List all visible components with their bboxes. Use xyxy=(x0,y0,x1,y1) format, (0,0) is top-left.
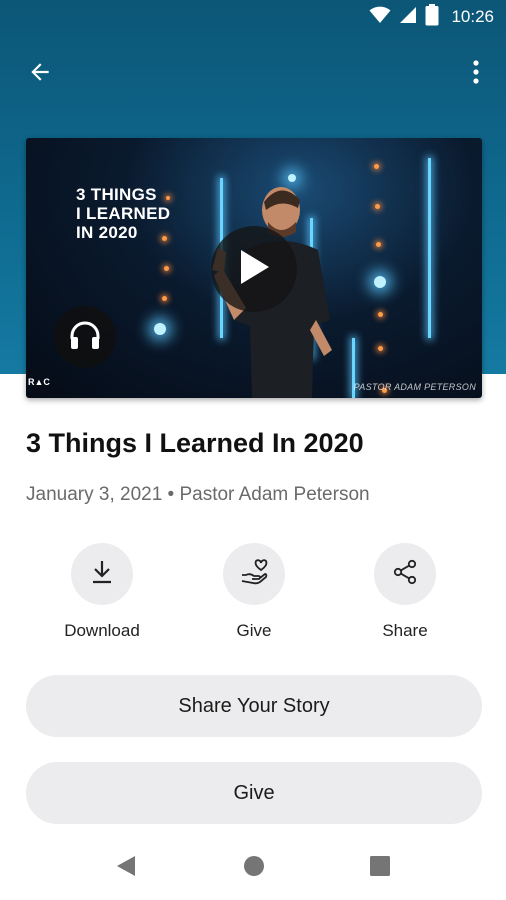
stage-light xyxy=(378,312,383,317)
give-action[interactable]: Give xyxy=(194,543,314,641)
nav-recents-button[interactable] xyxy=(368,855,392,882)
nav-back-button[interactable] xyxy=(114,855,138,882)
share-icon xyxy=(392,559,418,590)
give-hand-heart-icon xyxy=(240,558,268,590)
more-vert-icon xyxy=(472,59,480,90)
stage-light xyxy=(375,204,380,209)
sermon-meta: January 3, 2021 • Pastor Adam Peterson xyxy=(26,484,370,505)
action-row: Download Give Share xyxy=(0,543,506,653)
video-caption: PASTOR ADAM PETERSON xyxy=(353,382,476,392)
status-bar: 10:26 xyxy=(0,0,506,34)
download-button[interactable] xyxy=(71,543,133,605)
share-label: Share xyxy=(382,621,428,640)
play-icon xyxy=(237,248,271,291)
sermon-title: 3 Things I Learned In 2020 xyxy=(26,428,364,458)
give-button[interactable]: Give xyxy=(26,762,482,824)
play-button[interactable] xyxy=(211,226,297,312)
headphones-icon xyxy=(68,319,102,356)
video-player[interactable]: 3 THINGS I LEARNED IN 2020 R▲C PASTOR AD… xyxy=(26,138,482,398)
audio-button[interactable] xyxy=(54,306,116,368)
church-logo: R▲C xyxy=(28,377,50,387)
share-your-story-button[interactable]: Share Your Story xyxy=(26,675,482,737)
give-action-button[interactable] xyxy=(223,543,285,605)
share-button[interactable] xyxy=(374,543,436,605)
stage-light-glow xyxy=(154,323,166,335)
arrow-left-icon xyxy=(27,59,53,90)
more-options-button[interactable] xyxy=(460,56,492,92)
circle-home-icon xyxy=(243,855,265,882)
download-label: Download xyxy=(64,621,140,640)
give-label: Give xyxy=(236,621,272,640)
stage-light xyxy=(376,242,381,247)
stage-light xyxy=(378,346,383,351)
triangle-back-icon xyxy=(115,855,137,882)
nav-home-button[interactable] xyxy=(242,855,266,882)
wifi-icon xyxy=(369,6,391,29)
download-icon xyxy=(90,559,114,590)
system-nav-bar xyxy=(0,834,506,900)
square-recents-icon xyxy=(369,855,391,882)
battery-icon xyxy=(425,3,439,31)
stage-light-glow xyxy=(374,276,386,288)
signal-icon xyxy=(399,6,417,29)
download-action[interactable]: Download xyxy=(42,543,162,641)
stage-light xyxy=(374,164,379,169)
back-button[interactable] xyxy=(20,56,60,92)
stage-light xyxy=(162,296,167,301)
app-bar xyxy=(0,46,506,102)
status-time: 10:26 xyxy=(451,7,494,26)
stage-light xyxy=(164,266,169,271)
video-title-overlay: 3 THINGS I LEARNED IN 2020 xyxy=(76,185,171,242)
stage-light-bar xyxy=(428,158,431,338)
share-action[interactable]: Share xyxy=(345,543,465,641)
